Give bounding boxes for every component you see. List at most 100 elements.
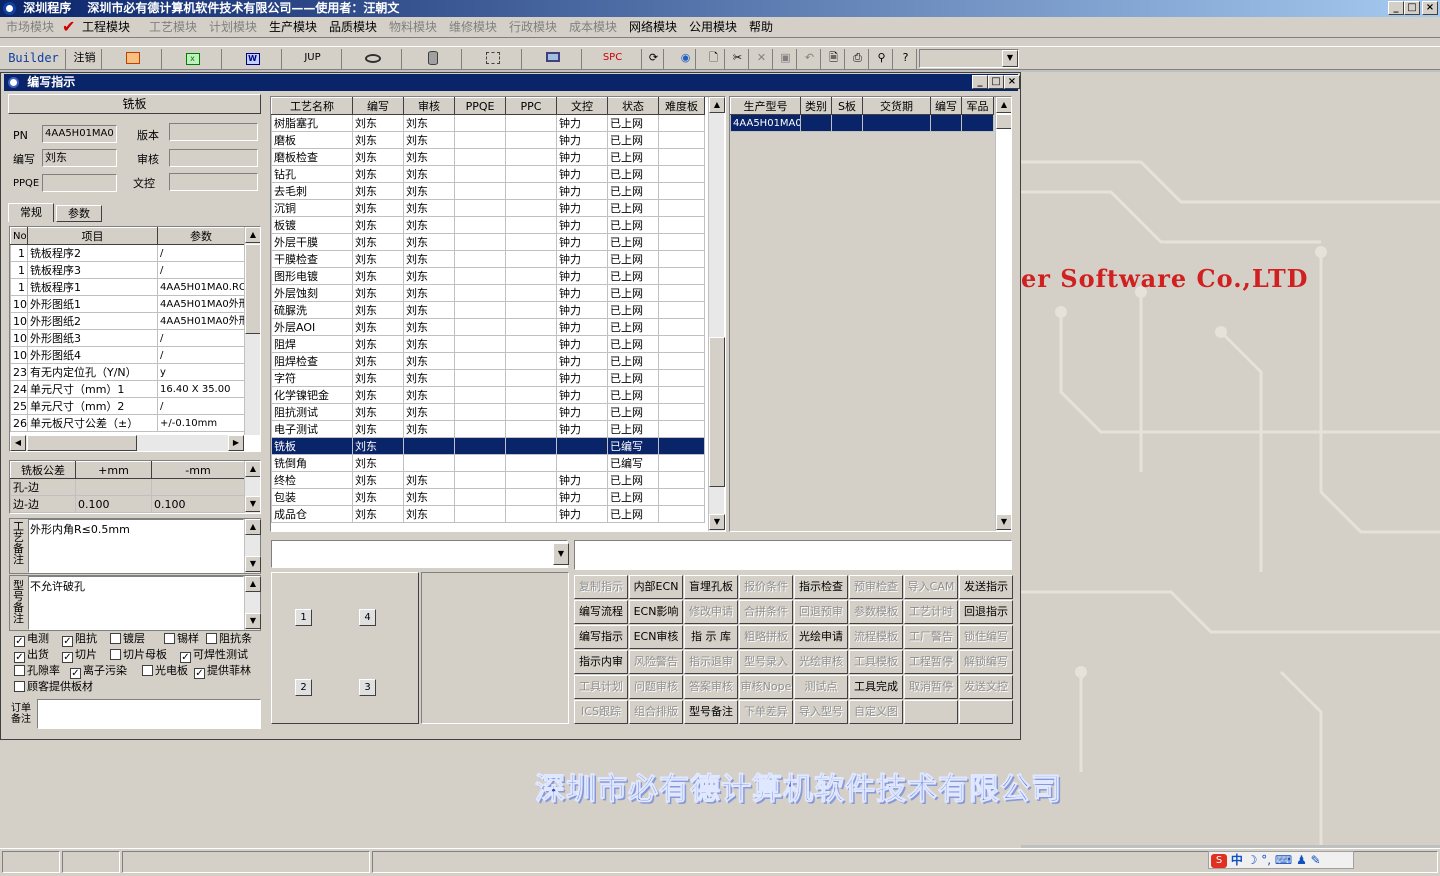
process-row[interactable]: 铣倒角 刘东 已编写 [271, 454, 705, 472]
process-col-header[interactable]: 编写 [352, 97, 404, 115]
action-button[interactable]: 合拼条件 [739, 600, 793, 624]
params-row[interactable]: 1铣板程序14AA5H01MA0.ROU [10, 278, 245, 296]
tol-minus[interactable]: 0.100 [151, 495, 245, 513]
ppqe-field[interactable] [42, 174, 117, 192]
params-row[interactable]: 10 外形图纸2 4AA5H01MA0外形 [10, 312, 245, 330]
tol-col-name[interactable]: 铣板公差 [10, 461, 76, 479]
option-checkbox[interactable]: ✓ 提供菲林 [194, 664, 251, 679]
action-button[interactable]: ICS跟踪 [574, 700, 628, 724]
tol-name[interactable]: 孔-边 [10, 478, 76, 496]
menu-help[interactable]: 帮助 [749, 19, 773, 35]
version-field[interactable] [169, 123, 258, 141]
action-button[interactable]: 工具完成 [849, 675, 903, 699]
help-icon[interactable]: ? [895, 49, 917, 69]
process-row[interactable]: 铣板 刘东 已编写 [271, 437, 705, 455]
scroll-up-icon[interactable]: ▲ [245, 519, 261, 535]
params-row[interactable]: 10 外形图纸3/ [10, 329, 245, 347]
scroll-down-icon[interactable]: ▼ [709, 514, 725, 530]
params-row[interactable]: 24 单元尺寸（mm）1 16.40 X 35.00 [10, 380, 245, 398]
action-button[interactable]: ECN影响 [629, 600, 683, 624]
cut-icon[interactable]: ✂ [727, 49, 749, 69]
process-row[interactable]: 化学镍钯金 刘东 刘东 钟力 已上网 [271, 386, 705, 404]
params-hscroll[interactable]: ◀ ▶ [10, 435, 244, 451]
tol-plus[interactable] [75, 478, 152, 496]
wrench-icon[interactable]: ✎ [1311, 853, 1321, 867]
builder-button[interactable]: Builder [2, 49, 66, 69]
moon-icon[interactable]: ☽ [1247, 853, 1258, 867]
action-button[interactable]: 工艺计时 [904, 600, 958, 624]
scroll-up-icon[interactable]: ▲ [996, 97, 1011, 113]
action-button[interactable]: 答案审核 [684, 675, 738, 699]
remark-input[interactable] [574, 540, 1012, 570]
action-button[interactable]: 光绘审核 [794, 650, 848, 674]
models-col-header[interactable]: 军品 [961, 97, 994, 115]
pad-4-button[interactable]: 4 [359, 609, 376, 626]
new-document-icon[interactable]: 🗋 [703, 49, 725, 69]
tol-col-minus[interactable]: -mm [151, 461, 245, 479]
process-row[interactable]: 阻焊检查 刘东 刘东 钟力 已上网 [271, 352, 705, 370]
option-checkbox[interactable]: ✓ 离子污染 [70, 664, 127, 679]
process-row[interactable]: 磨板检查 刘东 刘东 钟力 已上网 [271, 148, 705, 166]
menu-engineering[interactable]: 工程模块 [82, 19, 130, 35]
params-col-item[interactable]: 项目 [27, 227, 158, 245]
network-icon[interactable] [464, 49, 522, 69]
menu-process[interactable]: 工艺模块 [149, 19, 197, 35]
doc-control-field[interactable] [169, 173, 258, 191]
action-button[interactable]: 发送文控 [959, 675, 1013, 699]
process-row[interactable]: 图形电镀 刘东 刘东 钟力 已上网 [271, 267, 705, 285]
scroll-down-icon[interactable]: ▼ [996, 514, 1011, 530]
scroll-down-icon[interactable]: ▼ [245, 556, 261, 572]
menu-network[interactable]: 网络模块 [629, 19, 677, 35]
eye-icon[interactable] [344, 49, 402, 69]
tol-name[interactable]: 边-边 [10, 495, 76, 513]
action-button[interactable]: 指示检查 [794, 575, 848, 599]
computer-icon[interactable] [524, 49, 582, 69]
refresh-icon[interactable]: ⟳ [644, 49, 664, 69]
process-row[interactable]: 电子测试 刘东 刘东 钟力 已上网 [271, 420, 705, 438]
option-checkbox[interactable]: ✓ 阻抗 [62, 632, 97, 647]
menu-cost[interactable]: 成本模块 [569, 19, 617, 35]
hscroll-thumb[interactable] [27, 435, 137, 451]
action-button[interactable]: 工厂警告 [904, 625, 958, 649]
models-row[interactable]: 4AA5H01MA0 [730, 114, 994, 132]
action-button[interactable]: 审核Nope [739, 675, 793, 699]
jup-button[interactable]: JUP [284, 49, 342, 69]
model-note-scroll[interactable]: ▲ ▼ [244, 576, 261, 630]
tab-params[interactable]: 参数 [56, 205, 102, 222]
models-vscroll[interactable]: ▲ ▼ [995, 97, 1011, 531]
doc-close-button[interactable]: × [1004, 75, 1020, 89]
scroll-right-icon[interactable]: ▶ [228, 435, 244, 451]
action-button[interactable]: 修改申请 [684, 600, 738, 624]
params-row[interactable]: 1 铣板程序2/ [10, 244, 245, 262]
action-button[interactable]: 工具模板 [849, 650, 903, 674]
process-col-header[interactable]: PPC [505, 97, 557, 115]
option-checkbox[interactable]: ✓ 切片 [62, 648, 97, 663]
scroll-down-icon[interactable]: ▼ [245, 496, 260, 512]
action-button[interactable]: 锁住编写 [959, 625, 1013, 649]
action-button[interactable]: 下单差异 [739, 700, 793, 724]
models-col-header[interactable]: S板 [831, 97, 863, 115]
print-icon[interactable]: ⎙ [847, 49, 869, 69]
pad-2-button[interactable]: 2 [295, 679, 312, 696]
process-row[interactable]: 终检 刘东 刘东 钟力 已上网 [271, 471, 705, 489]
action-button[interactable]: 编写流程 [574, 600, 628, 624]
option-checkbox[interactable]: 孔隙率 [14, 664, 60, 678]
action-button[interactable] [904, 700, 958, 724]
process-row[interactable]: 阻抗测试 刘东 刘东 钟力 已上网 [271, 403, 705, 421]
tolerance-row[interactable]: 孔-边 [10, 478, 245, 496]
process-col-header[interactable]: 工艺名称 [271, 97, 353, 115]
ime-mode[interactable]: 中 [1231, 853, 1243, 867]
action-button[interactable]: 参数模板 [849, 600, 903, 624]
spc-button[interactable]: SPC [584, 49, 642, 69]
option-checkbox[interactable]: 光电板 [142, 664, 188, 678]
word-icon[interactable]: W [224, 49, 282, 69]
excel-icon[interactable]: x [164, 49, 222, 69]
action-button[interactable]: 导入型号 [794, 700, 848, 724]
process-vscroll[interactable]: ▲ ▼ [708, 97, 725, 531]
menu-quality[interactable]: 品质模块 [329, 19, 377, 35]
option-checkbox[interactable]: 顾客提供板材 [14, 680, 93, 694]
params-col-no[interactable]: No [10, 227, 28, 245]
action-button[interactable]: 编写指示 [574, 625, 628, 649]
logout-button[interactable]: 注销 [68, 49, 102, 69]
action-button[interactable]: 内部ECN [629, 575, 683, 599]
